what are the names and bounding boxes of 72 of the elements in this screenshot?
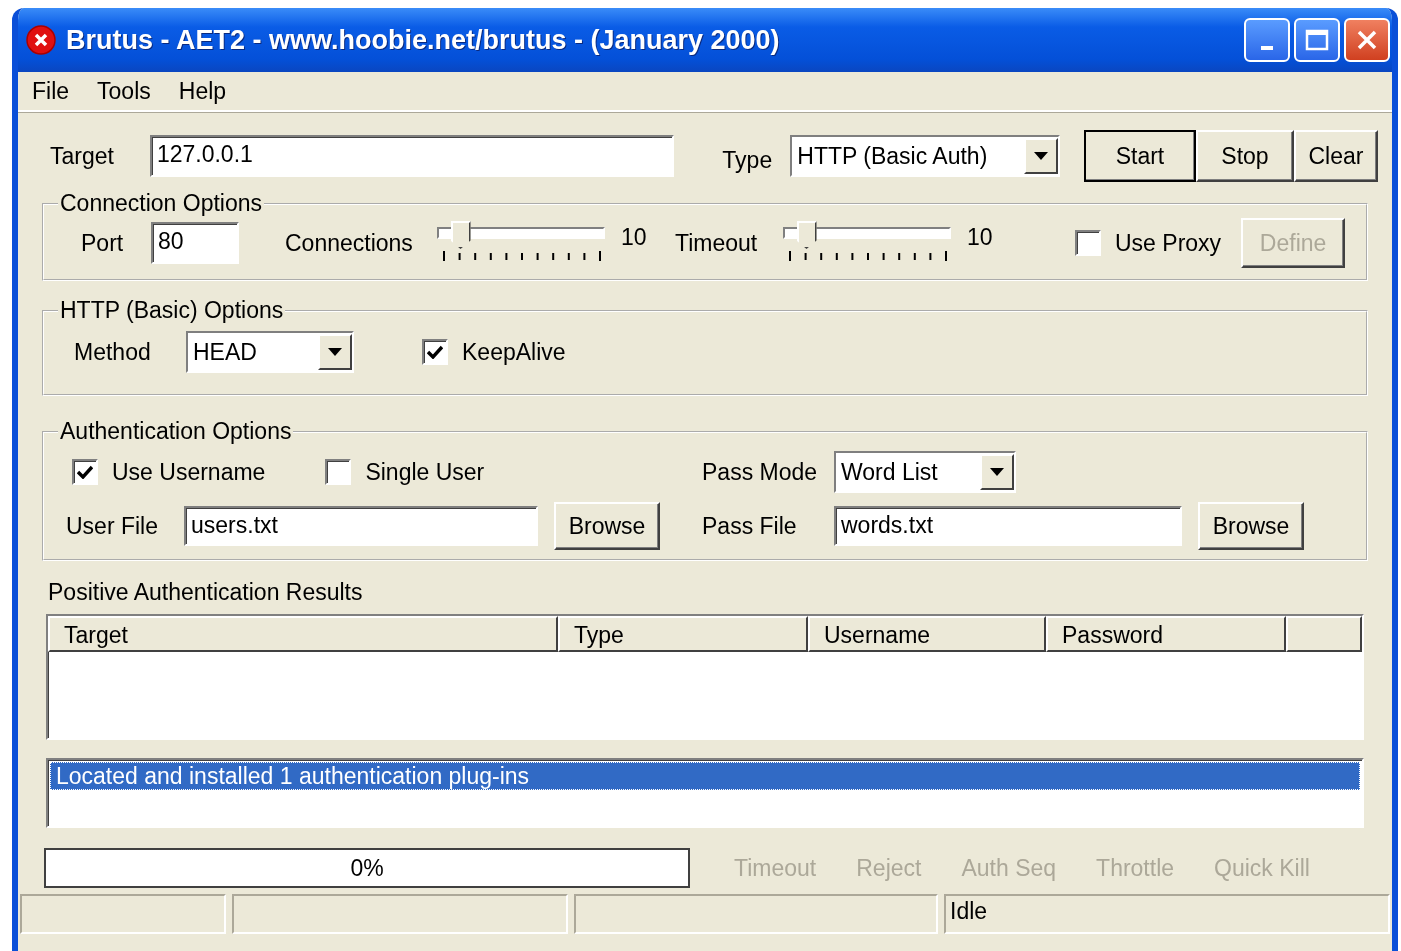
browse-button[interactable]: Browse <box>1198 502 1304 550</box>
status-indicator: Quick Kill <box>1214 854 1310 882</box>
checkbox-label: KeepAlive <box>462 338 566 366</box>
caret-icon <box>990 468 1004 476</box>
check-icon <box>77 465 93 479</box>
menu-item[interactable]: Tools <box>97 77 151 105</box>
menu-item[interactable]: Help <box>178 77 227 105</box>
checkbox-label: Use Proxy <box>1115 229 1222 257</box>
dropdown-button[interactable] <box>1024 138 1058 174</box>
minimize-button[interactable] <box>1244 18 1290 62</box>
dropdown-value: HTTP (Basic Auth) <box>797 142 989 170</box>
text-field[interactable]: 80 <box>151 222 239 264</box>
field-label: Target <box>50 142 115 170</box>
dropdown-button[interactable] <box>318 334 352 370</box>
checkbox-label: Use Username <box>112 458 266 486</box>
status-indicator: Auth Seq <box>961 854 1057 882</box>
text-field[interactable]: words.txt <box>834 506 1182 546</box>
checkbox[interactable] <box>325 459 352 485</box>
slider-value: 10 <box>621 223 648 251</box>
close-button[interactable] <box>1344 18 1390 62</box>
column-header[interactable]: Target <box>48 616 558 652</box>
field-label: Pass Mode <box>702 458 819 486</box>
checkbox[interactable] <box>72 459 98 485</box>
column-header[interactable]: Username <box>808 616 1046 652</box>
status-text: Idle <box>944 894 1390 934</box>
checkbox[interactable] <box>1075 230 1101 256</box>
caret-icon <box>328 348 342 356</box>
field-label: Timeout <box>675 229 759 257</box>
progress-text: 0% <box>350 854 384 882</box>
button[interactable]: Start <box>1084 130 1196 182</box>
minimize-icon <box>1261 46 1273 50</box>
checkbox[interactable] <box>422 339 448 365</box>
group-title: HTTP (Basic) Options <box>59 297 285 324</box>
field-label: Method <box>74 338 152 366</box>
button[interactable]: Stop <box>1196 130 1294 182</box>
field-label: Connections <box>285 229 414 257</box>
dropdown[interactable]: HTTP (Basic Auth) <box>790 135 1060 177</box>
group-title: Authentication Options <box>59 418 293 445</box>
window-title: Brutus - AET2 - www.hoobie.net/brutus - (January 2000) <box>66 24 781 56</box>
button[interactable]: Clear <box>1294 130 1378 182</box>
dropdown-value: HEAD <box>193 338 258 366</box>
field-label: Port <box>81 229 125 257</box>
slider-value: 10 <box>967 223 994 251</box>
dropdown[interactable]: Word List <box>834 451 1016 493</box>
dropdown-value: Word List <box>841 458 939 486</box>
maximize-icon <box>1305 29 1329 51</box>
browse-button[interactable]: Browse <box>554 502 660 550</box>
status-indicator: Timeout <box>734 854 817 882</box>
field-label: Pass File <box>702 512 798 540</box>
log-entry[interactable]: Located and installed 1 authentication plug-ins <box>50 762 1360 790</box>
checkbox-label: Single User <box>365 458 485 486</box>
menu-item[interactable]: File <box>32 77 70 105</box>
column-header[interactable]: Password <box>1046 616 1286 652</box>
close-icon <box>1356 29 1378 51</box>
section-title: Positive Authentication Results <box>48 579 364 606</box>
status-indicator: Throttle <box>1096 854 1175 882</box>
field-label: User File <box>66 512 159 540</box>
dropdown[interactable]: HEAD <box>186 331 354 373</box>
dropdown-button[interactable] <box>980 454 1014 490</box>
text-field[interactable]: 127.0.0.1 <box>149 135 675 177</box>
column-header[interactable]: Type <box>558 616 808 652</box>
check-icon <box>427 345 443 359</box>
app-icon <box>26 25 56 55</box>
caret-icon <box>1034 152 1048 160</box>
column-header[interactable] <box>1286 616 1362 652</box>
field-label: Type <box>722 146 774 174</box>
maximize-button[interactable] <box>1294 18 1340 62</box>
slider-thumb[interactable] <box>450 221 471 249</box>
group-title: Connection Options <box>59 190 263 217</box>
status-indicator: Reject <box>856 854 922 882</box>
text-field[interactable]: users.txt <box>184 506 538 546</box>
slider-thumb[interactable] <box>796 221 817 249</box>
